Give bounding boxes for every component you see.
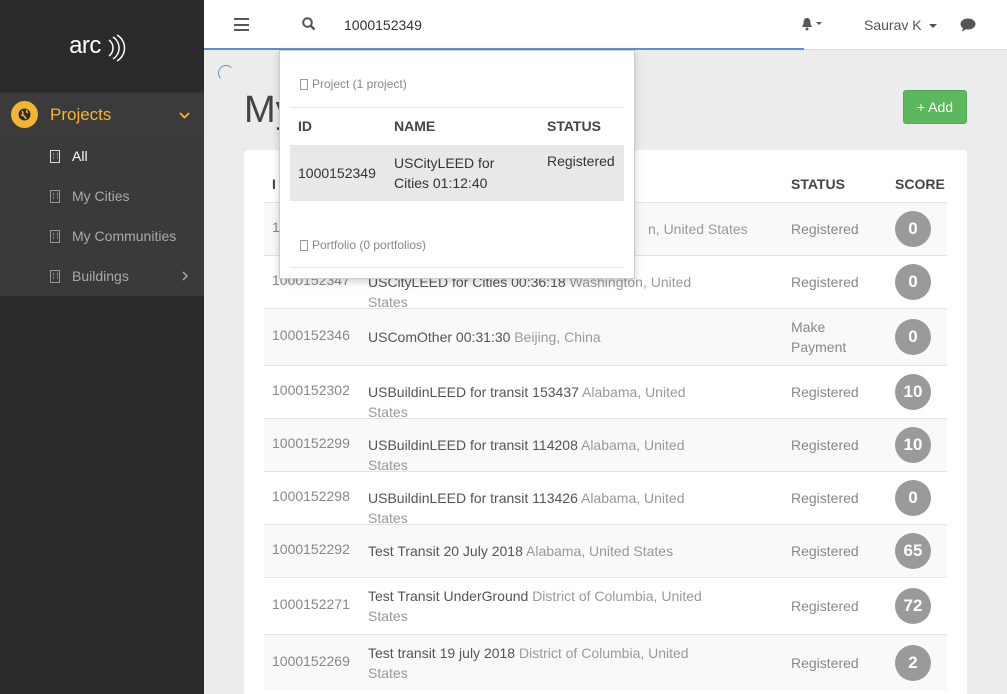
row-name: USBuildinLEED for transit 153437: [368, 384, 579, 400]
search-result-row[interactable]: 1000152349 USCityLEED for Cities 01:12:4…: [290, 145, 624, 201]
sidebar-item-projects[interactable]: Projects: [0, 92, 204, 136]
row-status: Registered: [791, 221, 859, 237]
row-name: USBuildinLEED for transit 114208: [368, 437, 578, 453]
globe-icon: [11, 101, 38, 128]
sidebar-item-all[interactable]: All: [0, 136, 204, 176]
sidebar-item-label: My Cities: [72, 188, 130, 204]
building-icon: [300, 239, 308, 251]
building-icon: [50, 229, 60, 243]
row-name: Test Transit UnderGround: [368, 588, 529, 604]
column-header-status[interactable]: STATUS: [791, 176, 845, 192]
search-icon[interactable]: [302, 17, 316, 31]
table-row[interactable]: 1000152302 USBuildinLEED for transit 153…: [264, 365, 947, 420]
row-status: Registered: [791, 437, 859, 453]
result-name: USCityLEED for Cities 01:12:40: [394, 155, 495, 191]
result-header-id: ID: [298, 118, 312, 134]
row-status: Registered: [791, 655, 859, 671]
search-input[interactable]: [344, 12, 624, 38]
logo[interactable]: arc: [0, 0, 204, 92]
row-id: 1000152298: [272, 488, 350, 504]
row-id: 1000152346: [272, 327, 350, 343]
row-name: USComOther 00:31:30: [368, 329, 511, 345]
project-section-label: Project (1 project): [312, 77, 407, 91]
sidebar-item-my-cities[interactable]: My Cities: [0, 176, 204, 216]
score-badge: 0: [895, 211, 931, 247]
chevron-right-icon: [182, 269, 189, 284]
table-row[interactable]: 1000152292 Test Transit 20 July 2018 Ala…: [264, 524, 947, 577]
result-status: Registered: [547, 153, 615, 169]
row-name: Test transit 19 july 2018: [368, 645, 516, 661]
table-row[interactable]: 1000152271 Test Transit UnderGround Dist…: [264, 577, 947, 634]
row-id: 1000152302: [272, 382, 350, 398]
user-name: Saurav K: [864, 17, 922, 33]
sidebar-item-label: Projects: [50, 104, 112, 124]
search-results-dropdown: Project (1 project) ID NAME STATUS 10001…: [279, 50, 635, 279]
row-status: Registered: [791, 274, 859, 290]
column-header-score[interactable]: SCORE: [895, 176, 945, 192]
divider: [290, 107, 624, 108]
row-name: USBuildinLEED for transit 113426: [368, 490, 578, 506]
chat-icon[interactable]: [959, 17, 977, 33]
column-header-id[interactable]: I: [272, 176, 276, 192]
table-row[interactable]: 1000152299 USBuildinLEED for transit 114…: [264, 418, 947, 473]
result-id: 1000152349: [298, 165, 376, 181]
divider: [290, 267, 624, 268]
score-badge: 10: [895, 427, 931, 463]
building-icon: [50, 149, 60, 163]
top-bar: Saurav K: [204, 0, 1007, 50]
row-status: Registered: [791, 543, 859, 559]
result-header-name: NAME: [394, 118, 436, 134]
row-status: Registered: [791, 384, 859, 400]
table-row[interactable]: 1000152346 USComOther 00:31:30 Beijing, …: [264, 308, 947, 365]
table-row[interactable]: 1000152269 Test transit 19 july 2018 Dis…: [264, 634, 947, 691]
chevron-down-icon: [179, 108, 190, 122]
sidebar-item-buildings[interactable]: Buildings: [0, 256, 204, 296]
score-badge: 10: [895, 374, 931, 410]
sidebar-item-label: All: [72, 148, 88, 164]
score-badge: 65: [895, 533, 931, 569]
building-icon: [300, 78, 308, 90]
projects-submenu: All My Cities My Communities Buildings: [0, 136, 204, 296]
row-id: 1000152269: [272, 653, 350, 669]
sidebar-item-label: Buildings: [72, 268, 129, 284]
row-name: Test Transit 20 July 2018: [368, 543, 523, 559]
sidebar-item-my-communities[interactable]: My Communities: [0, 216, 204, 256]
portfolio-section-heading: Portfolio (0 portfolios): [300, 238, 426, 252]
result-header-status: STATUS: [547, 118, 601, 134]
score-badge: 0: [895, 480, 931, 516]
score-badge: 2: [895, 645, 931, 681]
row-id: 1000152271: [272, 596, 350, 612]
logo-waves-icon: [108, 34, 126, 62]
row-status: Registered: [791, 598, 859, 614]
sidebar-item-label: My Communities: [72, 228, 177, 244]
row-status: Make Payment: [791, 319, 847, 355]
score-badge: 0: [895, 319, 931, 355]
bell-icon: [802, 18, 822, 31]
table-row[interactable]: 1000152298 USBuildinLEED for transit 113…: [264, 471, 947, 526]
user-menu[interactable]: Saurav K: [864, 17, 938, 33]
row-id: 1000152299: [272, 435, 350, 451]
building-icon: [50, 189, 60, 203]
notifications-button[interactable]: [801, 17, 823, 34]
sidebar: arc Projects All My Cities My Communitie…: [0, 0, 204, 694]
loading-spinner: [218, 65, 234, 81]
score-badge: 0: [895, 264, 931, 300]
score-badge: 72: [895, 588, 931, 624]
menu-icon[interactable]: [234, 18, 249, 31]
caret-down-icon: [929, 24, 938, 29]
row-location: n, United States: [648, 221, 748, 237]
row-location: Alabama, United States: [526, 543, 674, 559]
add-button[interactable]: + Add: [903, 90, 967, 124]
building-icon: [50, 269, 60, 283]
row-location: Beijing, China: [514, 329, 601, 345]
row-status: Registered: [791, 490, 859, 506]
row-id: 1000152292: [272, 541, 350, 557]
project-section-heading: Project (1 project): [300, 77, 407, 91]
portfolio-section-label: Portfolio (0 portfolios): [312, 238, 427, 252]
